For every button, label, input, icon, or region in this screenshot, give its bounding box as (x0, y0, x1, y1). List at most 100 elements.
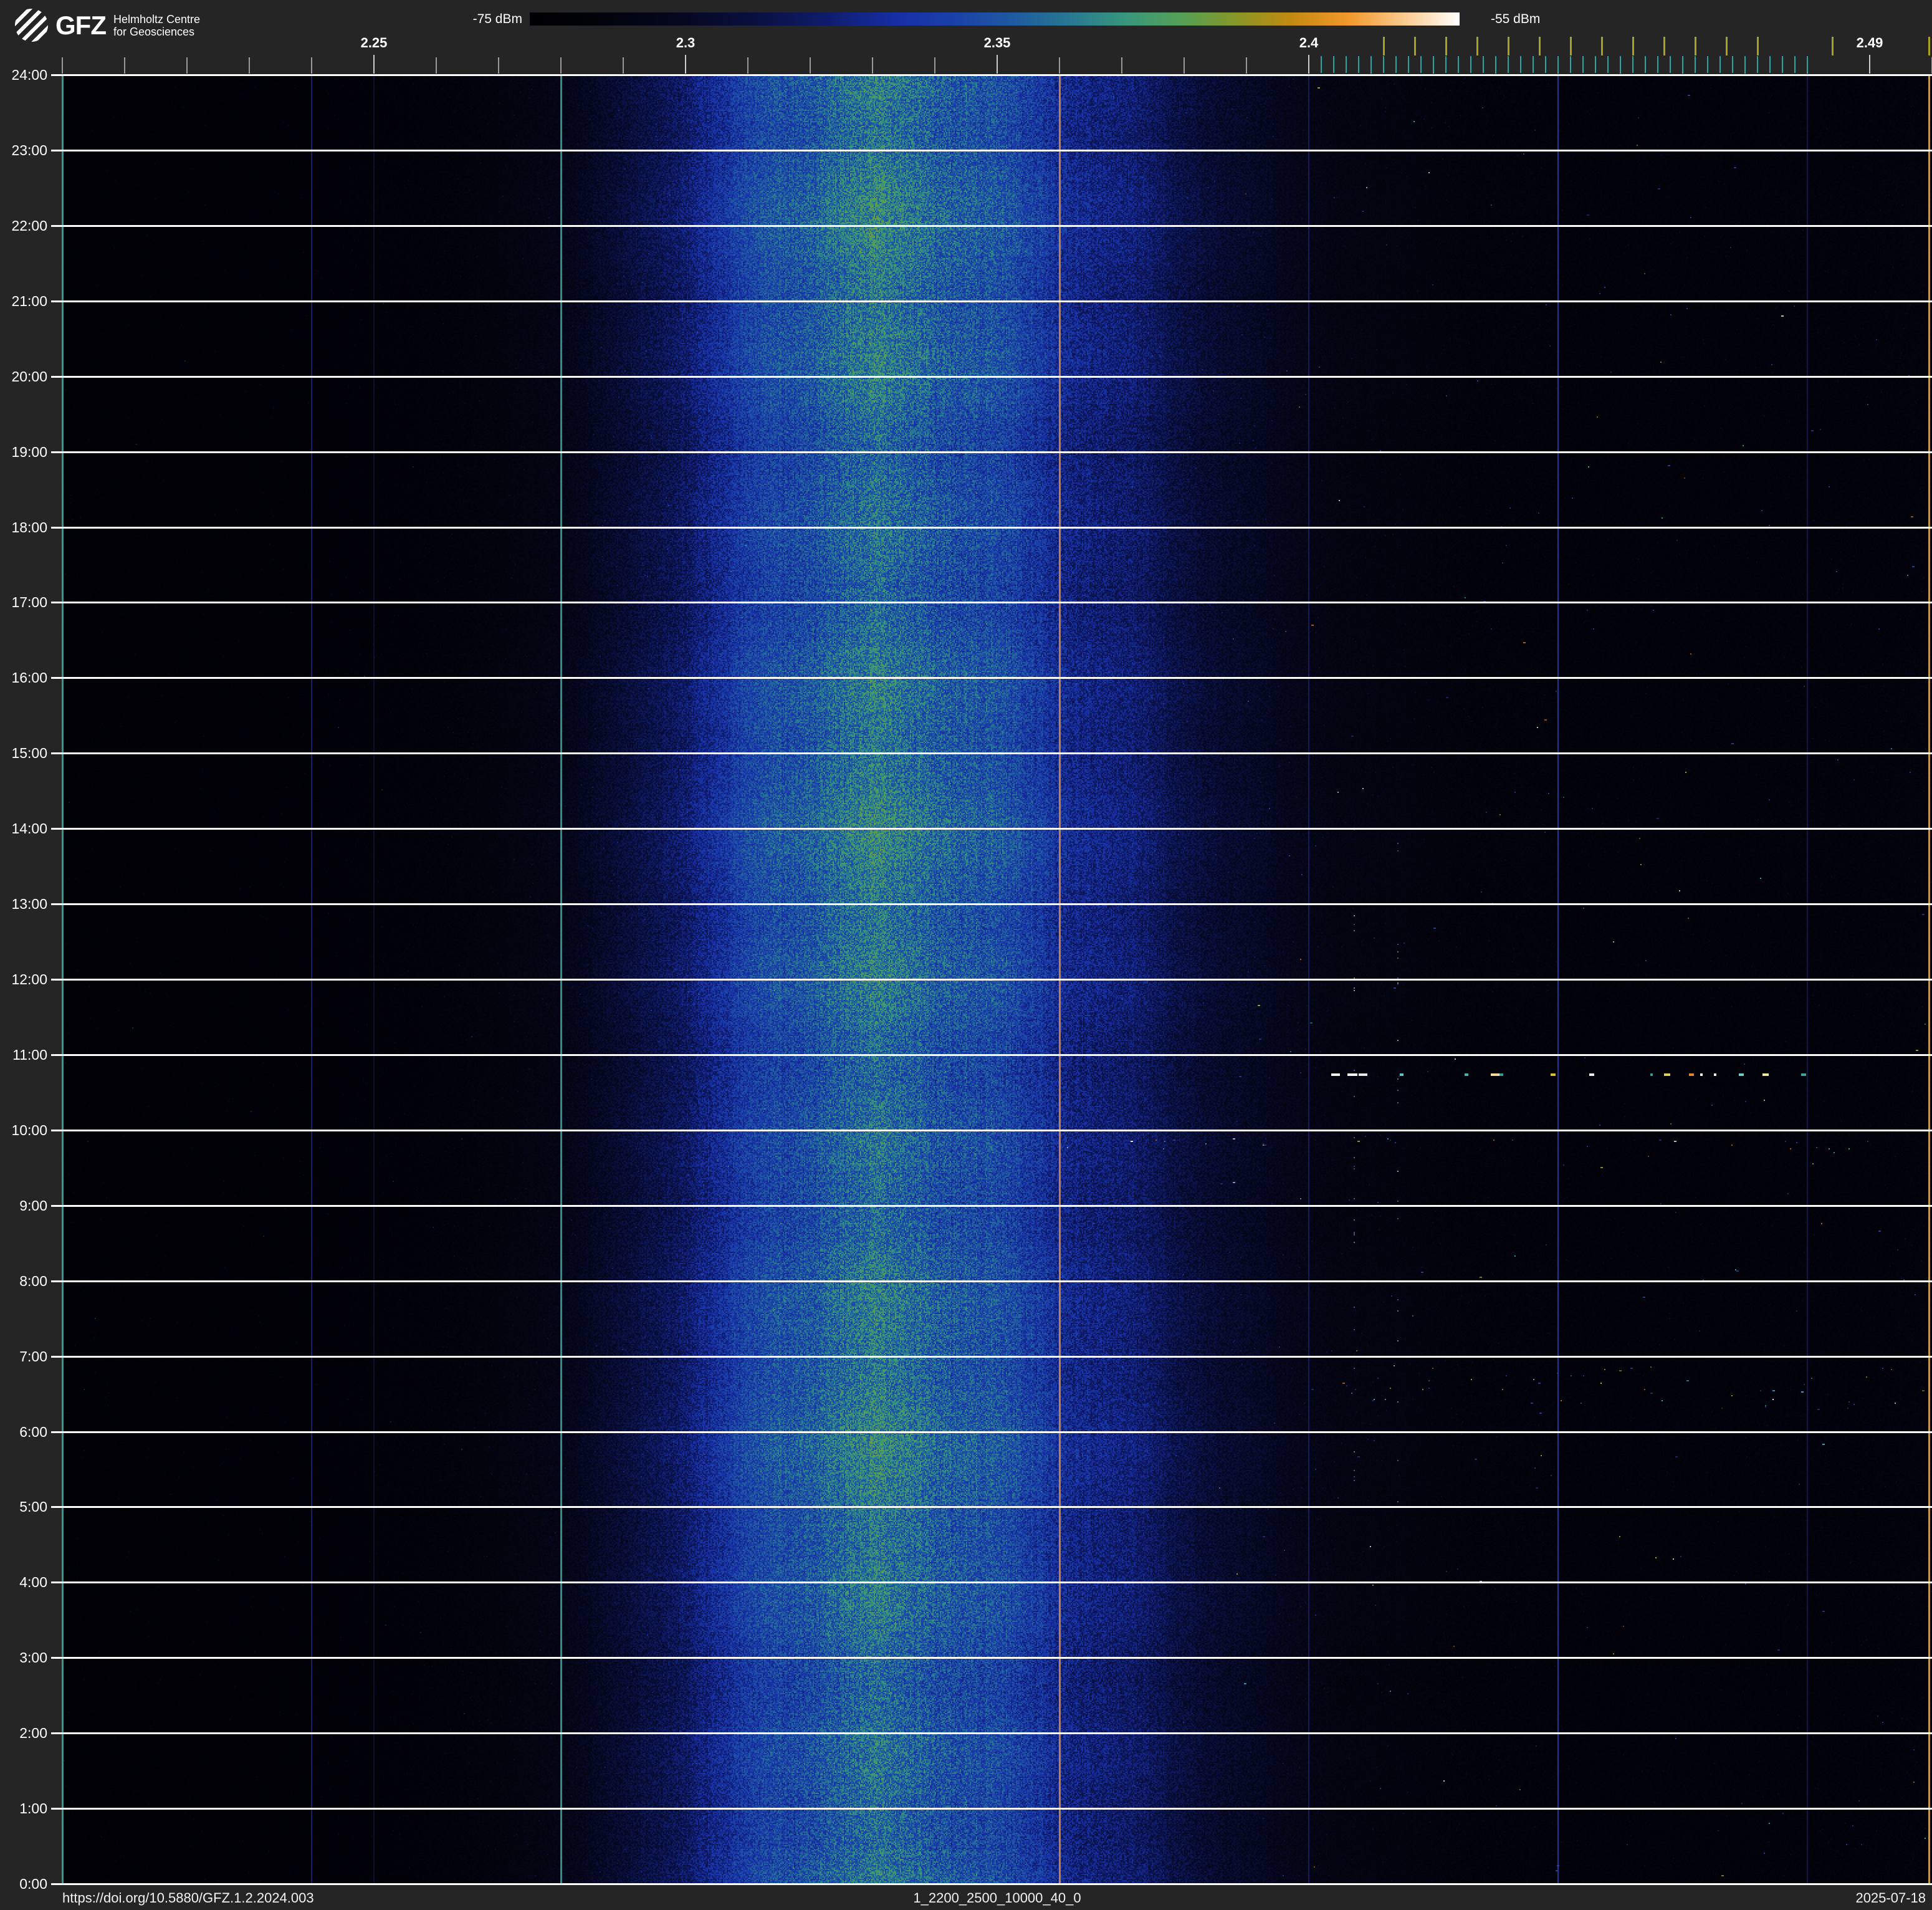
channel-tick-cyan (1595, 56, 1596, 73)
channel-tick-cyan (1458, 56, 1459, 73)
channel-tick-cyan (1321, 56, 1322, 73)
hour-label: 24:00 (11, 67, 47, 83)
hour-gridline (51, 1808, 1932, 1810)
hour-label: 4:00 (19, 1574, 47, 1591)
freq-tick-minor (1184, 57, 1185, 74)
channel-tick-cyan (1607, 56, 1609, 73)
channel-tick-cyan (1495, 56, 1496, 73)
channel-tick-cyan (1620, 56, 1621, 73)
channel-tick-cyan (1645, 56, 1646, 73)
hour-label: 9:00 (19, 1197, 47, 1214)
channel-tick-yellow (1476, 37, 1478, 55)
hour-gridline (51, 1129, 1932, 1131)
channel-tick-cyan (1508, 56, 1509, 73)
hour-gridline (51, 526, 1932, 529)
channel-tick-cyan (1769, 56, 1771, 73)
hour-label: 11:00 (12, 1046, 47, 1063)
frequency-axis: 2.25 2.3 2.35 2.4 2.49 (0, 0, 1932, 75)
channel-tick-cyan (1520, 56, 1521, 73)
hour-gridline (51, 1732, 1932, 1735)
hour-label: 6:00 (19, 1423, 47, 1440)
channel-tick-cyan (1533, 56, 1534, 73)
channel-tick-yellow (1832, 37, 1834, 55)
channel-tick-cyan (1557, 56, 1559, 73)
hour-gridline (51, 1355, 1932, 1358)
hour-label: 16:00 (11, 669, 47, 686)
freq-tick-major (685, 55, 686, 74)
hour-gridline (51, 1053, 1932, 1056)
freq-tick-label: 2.4 (1299, 35, 1319, 50)
hour-label: 1:00 (19, 1800, 47, 1817)
hour-gridline (51, 149, 1932, 151)
freq-tick-minor (934, 57, 935, 74)
channel-tick-cyan (1682, 56, 1683, 73)
channel-tick-cyan (1420, 56, 1422, 73)
channel-tick-yellow (1383, 37, 1385, 55)
freq-tick-minor (1121, 57, 1122, 74)
date-text: 2025-07-18 (1855, 1890, 1926, 1906)
hour-label: 22:00 (11, 217, 47, 234)
channel-tick-cyan (1545, 56, 1546, 73)
hour-gridline (51, 677, 1932, 679)
freq-tick-minor (124, 57, 125, 74)
freq-tick-label: 2.35 (983, 35, 1011, 50)
hour-label: 23:00 (11, 142, 47, 158)
channel-tick-cyan (1807, 56, 1808, 73)
freq-tick-major (997, 55, 998, 74)
hour-label: 13:00 (11, 896, 47, 913)
hour-gridline (51, 828, 1932, 830)
hour-label: 21:00 (11, 292, 47, 309)
channel-tick-cyan (1732, 56, 1733, 73)
channel-tick-yellow (1445, 37, 1447, 55)
channel-tick-cyan (1358, 56, 1359, 73)
freq-tick-major (1869, 55, 1870, 74)
channel-tick-yellow (1508, 37, 1509, 55)
hour-gridline (51, 903, 1932, 906)
channel-tick-cyan (1794, 56, 1796, 73)
hour-label: 5:00 (19, 1499, 47, 1515)
time-axis: 24:00 23:00 22:00 21:00 20:00 19:00 18:00 17:00… (0, 0, 62, 1910)
channel-tick-yellow (1695, 37, 1696, 55)
hour-label: 3:00 (19, 1649, 47, 1666)
channel-tick-cyan (1719, 56, 1721, 73)
channel-tick-cyan (1346, 56, 1347, 73)
channel-tick-cyan (1470, 56, 1471, 73)
channel-tick-yellow (1663, 37, 1665, 55)
hour-gridline (51, 1581, 1932, 1584)
hour-label: 19:00 (11, 443, 47, 460)
hour-label: 12:00 (11, 971, 47, 987)
hour-label: 20:00 (11, 368, 47, 385)
channel-tick-yellow (1570, 37, 1572, 55)
freq-tick-label: 2.3 (676, 35, 696, 50)
channel-tick-yellow (1928, 37, 1930, 55)
freq-tick-minor (436, 57, 437, 74)
freq-tick-minor (249, 57, 250, 74)
hour-gridline (51, 979, 1932, 981)
channel-tick-cyan (1395, 56, 1397, 73)
hour-label: 2:00 (19, 1725, 47, 1742)
freq-tick-major (1308, 55, 1309, 74)
channel-tick-yellow (1726, 37, 1728, 55)
channel-tick-cyan (1408, 56, 1409, 73)
hour-gridline (51, 451, 1932, 453)
channel-tick-cyan (1707, 56, 1708, 73)
hour-label: 0:00 (19, 1876, 47, 1892)
freq-tick-label: 2.25 (360, 35, 388, 50)
hour-gridline (51, 1431, 1932, 1433)
hour-gridline (51, 375, 1932, 378)
hour-gridline (51, 300, 1932, 302)
freq-tick-minor (623, 57, 624, 74)
hour-gridline (51, 1883, 1932, 1885)
hour-gridline (51, 224, 1932, 227)
channel-tick-yellow (1539, 37, 1541, 55)
freq-tick-minor (186, 57, 188, 74)
hour-label: 7:00 (19, 1348, 47, 1365)
freq-tick-minor (498, 57, 499, 74)
channel-tick-cyan (1757, 56, 1758, 73)
freq-tick-minor (560, 57, 562, 74)
hour-gridline (51, 602, 1932, 604)
channel-tick-yellow (1632, 37, 1634, 55)
hour-gridline (51, 752, 1932, 755)
channel-tick-cyan (1570, 56, 1571, 73)
hour-label: 10:00 (11, 1121, 47, 1138)
